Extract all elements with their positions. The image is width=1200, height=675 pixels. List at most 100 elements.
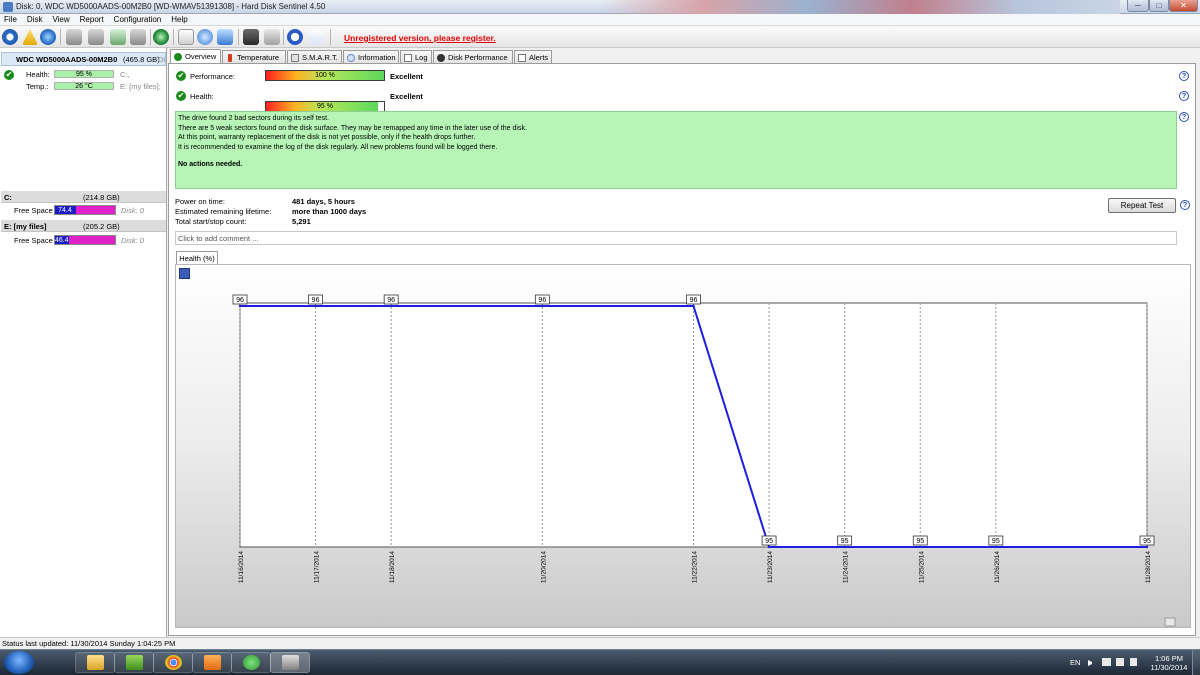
- performance-help-icon[interactable]: ?: [1179, 71, 1189, 81]
- tab-strip: Overview Temperature S.M.A.R.T. Informat…: [168, 49, 1200, 64]
- globe-icon[interactable]: [40, 29, 56, 45]
- tab-health-chart[interactable]: Health (%): [176, 251, 218, 265]
- maximize-button[interactable]: □: [1149, 0, 1169, 12]
- value-label-text: 95: [765, 538, 773, 545]
- menu-view[interactable]: View: [52, 14, 69, 26]
- taskbar-utorrent[interactable]: [231, 652, 271, 673]
- health-point: [541, 304, 544, 308]
- disk-temp-bar: 26 °C: [54, 82, 114, 90]
- smart-icon: [291, 54, 299, 62]
- close-button[interactable]: ✕: [1169, 0, 1198, 12]
- volume-c-header[interactable]: C: (214.8 GB): [1, 191, 166, 203]
- refresh-icon[interactable]: [2, 29, 18, 45]
- value-label-text: 95: [992, 538, 1000, 545]
- info-icon[interactable]: [308, 29, 324, 45]
- x-tick-label: 11/26/2014: [994, 551, 1001, 583]
- network-globe-icon[interactable]: [153, 29, 169, 45]
- tools-icon[interactable]: [264, 29, 280, 45]
- menu-help[interactable]: Help: [171, 14, 187, 26]
- repeat-test-button[interactable]: Repeat Test: [1108, 198, 1176, 213]
- clock-date: 11/30/2014: [1150, 663, 1188, 672]
- x-tick-label: 11/28/2014: [1145, 551, 1152, 583]
- network-icon[interactable]: [1116, 658, 1124, 666]
- x-tick-label: 11/24/2014: [843, 551, 850, 583]
- health-status-icon: ✔: [176, 91, 186, 101]
- taskbar-app[interactable]: [114, 652, 154, 673]
- lifetime-label: Estimated remaining lifetime:: [175, 207, 272, 216]
- language-indicator[interactable]: EN: [1070, 658, 1080, 667]
- help-icon[interactable]: [287, 29, 303, 45]
- tab-temperature[interactable]: Temperature: [222, 50, 286, 64]
- start-button[interactable]: [4, 651, 34, 674]
- utorrent-icon: [243, 655, 260, 670]
- tab-alerts[interactable]: Alerts: [514, 50, 552, 64]
- value-label-text: 96: [690, 297, 698, 304]
- app-icon-green: [126, 655, 143, 670]
- disk-entry[interactable]: WDC WD5000AADS-00M2B0 (465.8 GB) Di: [1, 52, 166, 66]
- repeat-test-help-icon[interactable]: ?: [1180, 200, 1190, 210]
- menu-file[interactable]: File: [4, 14, 17, 26]
- value-label-text: 96: [312, 297, 320, 304]
- health-point: [692, 304, 695, 308]
- tab-smart[interactable]: S.M.A.R.T.: [287, 50, 342, 64]
- information-icon: [347, 54, 355, 62]
- monitor-icon[interactable]: [243, 29, 259, 45]
- tab-overview[interactable]: Overview: [170, 49, 221, 64]
- tab-disk-performance-label: Disk Performance: [448, 53, 508, 62]
- clock[interactable]: 1:06 PM 11/30/2014: [1148, 654, 1190, 672]
- minimize-button[interactable]: ─: [1127, 0, 1149, 12]
- disk-test-icon[interactable]: [66, 29, 82, 45]
- health-help-icon[interactable]: ?: [1179, 91, 1189, 101]
- taskbar-media[interactable]: [192, 652, 232, 673]
- disk-settings-icon[interactable]: [130, 29, 146, 45]
- taskbar-chrome[interactable]: [153, 652, 193, 673]
- action-center-icon[interactable]: [1102, 658, 1111, 666]
- value-label: 96: [232, 294, 248, 305]
- disk-size: (465.8 GB): [123, 55, 160, 64]
- taskbar-explorer[interactable]: [75, 652, 115, 673]
- value-label-text: 96: [387, 297, 395, 304]
- performance-icon: [437, 54, 445, 62]
- status-bar: Status last updated: 11/30/2014 Sunday 1…: [0, 637, 1200, 649]
- message-help-icon[interactable]: ?: [1179, 112, 1189, 122]
- value-label-text: 96: [236, 297, 244, 304]
- taskbar-hard-disk-sentinel[interactable]: [270, 652, 310, 673]
- menu-configuration[interactable]: Configuration: [114, 14, 162, 26]
- volume-c-size: (214.8 GB): [83, 193, 120, 202]
- disk-health-bar: 95 %: [54, 70, 114, 78]
- value-label: 95: [761, 535, 777, 546]
- performance-status-icon: ✔: [176, 71, 186, 81]
- folder-icon: [87, 655, 104, 670]
- disk-list-panel: [0, 48, 167, 637]
- tab-disk-performance[interactable]: Disk Performance: [433, 50, 513, 64]
- show-desktop-button[interactable]: [1192, 650, 1200, 675]
- power-on-value: 481 days, 5 hours: [292, 197, 355, 206]
- message-line: The drive found 2 bad sectors during its…: [178, 115, 329, 122]
- alert-icon[interactable]: [22, 29, 38, 45]
- volume-icon[interactable]: [1130, 658, 1137, 666]
- tray-arrow-icon[interactable]: [1088, 660, 1094, 666]
- tab-log[interactable]: Log: [400, 50, 432, 64]
- message-line: It is recommended to examine the log of …: [178, 143, 498, 151]
- health-point: [843, 545, 846, 549]
- volume-e-free-label: Free Space: [14, 236, 53, 245]
- disk-surface-icon[interactable]: [88, 29, 104, 45]
- menu-disk[interactable]: Disk: [27, 14, 43, 26]
- unregistered-link[interactable]: Unregistered version, please register.: [344, 33, 496, 43]
- volume-e-header[interactable]: E: [my files] (205.2 GB): [1, 220, 166, 232]
- send-icon[interactable]: [217, 29, 233, 45]
- value-label: 95: [912, 535, 928, 546]
- disk-ok-icon[interactable]: [110, 29, 126, 45]
- tab-information[interactable]: Information: [343, 50, 399, 64]
- x-tick-label: 11/23/2014: [767, 551, 774, 583]
- comment-field[interactable]: Click to add comment ...: [175, 231, 1177, 245]
- report-icon[interactable]: [178, 29, 194, 45]
- sync-icon[interactable]: [197, 29, 213, 45]
- disk-health-value: 95 %: [76, 71, 92, 78]
- value-label: 95: [1139, 535, 1155, 546]
- volume-e-size: (205.2 GB): [83, 222, 120, 231]
- message-line: At this point, warranty replacement of t…: [178, 134, 476, 142]
- menu-report[interactable]: Report: [80, 14, 104, 26]
- volume-c-free-label: Free Space: [14, 206, 53, 215]
- x-tick-label: 11/20/2014: [540, 551, 547, 583]
